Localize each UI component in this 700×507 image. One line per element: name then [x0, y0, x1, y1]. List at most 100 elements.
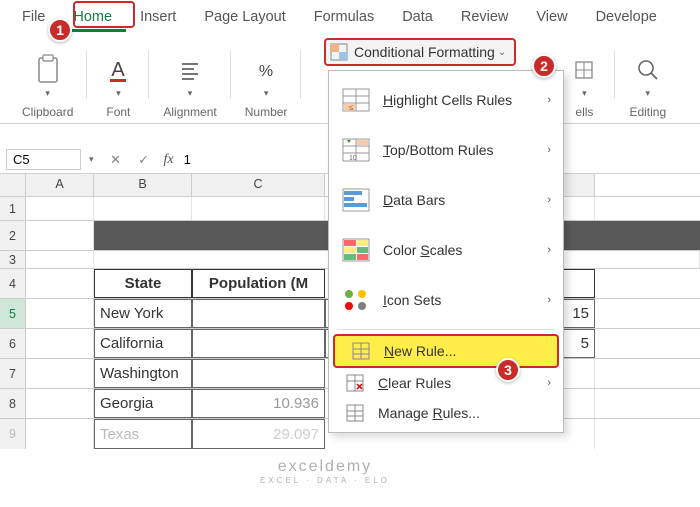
cell-state[interactable]: Texas	[94, 419, 192, 449]
annotation-badge-1: 1	[48, 18, 72, 42]
th-state[interactable]: State	[94, 269, 192, 298]
chevron-down-icon: ▾	[646, 88, 651, 99]
alignment-icon	[173, 52, 207, 88]
menu-separator	[337, 329, 555, 330]
chevron-down-icon: ⌄	[498, 47, 506, 58]
menu-label: Manage Rules...	[378, 405, 551, 421]
cell-population[interactable]: 10.936	[192, 389, 325, 418]
row-header-1[interactable]: 1	[0, 197, 26, 220]
select-all-corner[interactable]	[0, 174, 26, 196]
font-icon: A	[101, 52, 135, 88]
cell[interactable]	[26, 197, 94, 220]
cell-population[interactable]	[192, 359, 325, 388]
cell-state[interactable]: New York	[94, 299, 192, 328]
cell[interactable]	[26, 299, 94, 328]
cell[interactable]	[26, 359, 94, 388]
group-label-number: Number	[245, 105, 288, 119]
group-label-editing: Editing	[629, 105, 666, 119]
row-header-8[interactable]: 8	[0, 389, 26, 418]
menu-label: Icon Sets	[383, 292, 547, 308]
group-font[interactable]: A ▾ Font	[87, 42, 149, 119]
watermark: exceldemy EXCEL · DATA · ELO	[260, 458, 390, 485]
th-population[interactable]: Population (M	[192, 269, 325, 298]
fx-icon[interactable]: fx	[158, 152, 180, 168]
chevron-down-icon: ▾	[264, 88, 269, 99]
enter-formula-button[interactable]: ✓	[130, 152, 158, 168]
row-header-9[interactable]: 9	[0, 419, 26, 449]
group-clipboard[interactable]: ▾ Clipboard	[8, 42, 87, 119]
annotation-badge-3: 3	[496, 358, 520, 382]
chevron-down-icon[interactable]: ▾	[81, 154, 102, 165]
highlight-cells-icon: ≤	[341, 85, 371, 115]
col-header-B[interactable]: B	[94, 174, 192, 196]
group-editing[interactable]: ▾ Editing	[615, 42, 680, 119]
chevron-down-icon: ▾	[116, 88, 121, 99]
chevron-down-icon: ▾	[188, 88, 193, 99]
name-box[interactable]	[6, 149, 81, 170]
menu-label: Top/Bottom Rules	[383, 142, 547, 158]
menu-manage-rules[interactable]: Manage Rules...	[329, 398, 563, 428]
conditional-formatting-button[interactable]: Conditional Formatting ⌄	[324, 38, 516, 66]
cell[interactable]	[26, 221, 94, 250]
row-header-7[interactable]: 7	[0, 359, 26, 388]
menu-color-scales[interactable]: Color Scales ›	[329, 225, 563, 275]
col-header-C[interactable]: C	[192, 174, 325, 196]
color-scales-icon	[341, 235, 371, 265]
cell-population[interactable]: 29.097	[192, 419, 325, 449]
cell[interactable]	[26, 329, 94, 358]
chevron-down-icon: ▾	[582, 88, 587, 99]
ribbon-tabs: File Home Insert Page Layout Formulas Da…	[0, 0, 700, 32]
svg-text:%: %	[259, 63, 273, 80]
conditional-formatting-icon	[330, 43, 348, 61]
cell-population[interactable]	[192, 299, 325, 328]
menu-data-bars[interactable]: Data Bars ›	[329, 175, 563, 225]
tab-data[interactable]: Data	[388, 5, 447, 32]
editing-icon	[631, 52, 665, 88]
group-alignment[interactable]: ▾ Alignment	[149, 42, 230, 119]
tab-view[interactable]: View	[522, 5, 581, 32]
tab-insert[interactable]: Insert	[126, 5, 190, 32]
top-bottom-icon: 10	[341, 135, 371, 165]
cell-state[interactable]: Washington	[94, 359, 192, 388]
conditional-formatting-dropdown: ≤ Highlight Cells Rules › 10 Top/Bottom …	[328, 70, 564, 433]
menu-highlight-cells-rules[interactable]: ≤ Highlight Cells Rules ›	[329, 75, 563, 125]
new-rule-icon	[352, 342, 370, 360]
cell[interactable]	[26, 389, 94, 418]
tab-page-layout[interactable]: Page Layout	[190, 5, 299, 32]
svg-text:10: 10	[349, 155, 357, 162]
row-header-6[interactable]: 6	[0, 329, 26, 358]
cell[interactable]	[26, 251, 94, 268]
row-header-5[interactable]: 5	[0, 299, 26, 328]
menu-icon-sets[interactable]: Icon Sets ›	[329, 275, 563, 325]
cell[interactable]	[26, 269, 94, 298]
menu-label: Color Scales	[383, 242, 547, 258]
cell[interactable]	[192, 197, 325, 220]
svg-text:A: A	[112, 59, 126, 81]
cell-population[interactable]	[192, 329, 325, 358]
row-header-4[interactable]: 4	[0, 269, 26, 298]
cell[interactable]	[94, 197, 192, 220]
clipboard-icon	[31, 52, 65, 88]
svg-text:≤: ≤	[349, 103, 354, 112]
chevron-right-icon: ›	[547, 94, 551, 106]
cell[interactable]	[26, 419, 94, 449]
menu-clear-rules[interactable]: Clear Rules ›	[329, 368, 563, 398]
chevron-down-icon: ▾	[45, 88, 50, 99]
chevron-right-icon: ›	[547, 194, 551, 206]
group-number[interactable]: % ▾ Number	[231, 42, 302, 119]
tab-developer[interactable]: Develope	[582, 5, 671, 32]
col-header-A[interactable]: A	[26, 174, 94, 196]
cell-state[interactable]: California	[94, 329, 192, 358]
menu-new-rule[interactable]: New Rule...	[333, 334, 559, 368]
group-label-clipboard: Clipboard	[22, 105, 73, 119]
annotation-badge-2: 2	[532, 54, 556, 78]
cell-state[interactable]: Georgia	[94, 389, 192, 418]
row-header-2[interactable]: 2	[0, 221, 26, 250]
chevron-right-icon: ›	[547, 244, 551, 256]
cancel-formula-button[interactable]: ✕	[102, 152, 130, 168]
menu-top-bottom-rules[interactable]: 10 Top/Bottom Rules ›	[329, 125, 563, 175]
group-label-font: Font	[106, 105, 130, 119]
tab-review[interactable]: Review	[447, 5, 523, 32]
tab-formulas[interactable]: Formulas	[300, 5, 388, 32]
row-header-3[interactable]: 3	[0, 251, 26, 268]
